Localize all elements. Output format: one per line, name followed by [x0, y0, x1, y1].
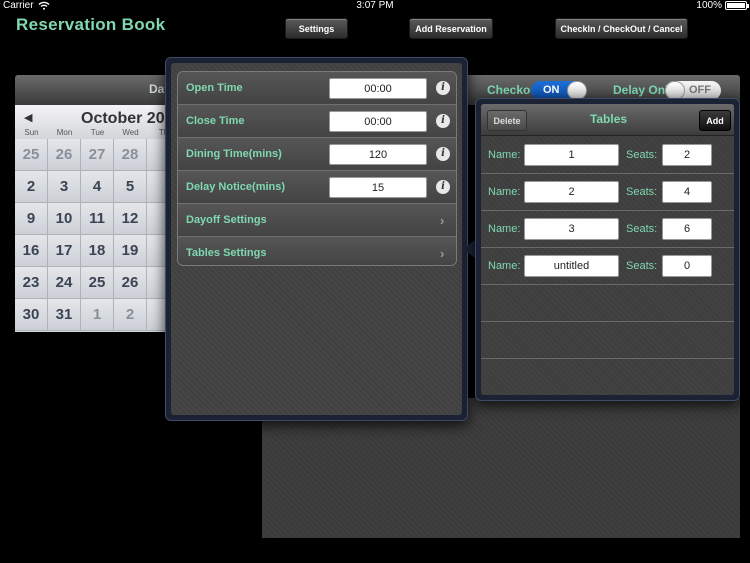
table-name-input[interactable] [524, 255, 619, 277]
status-bar: Carrier 3:07 PM 100% [0, 0, 750, 12]
calendar-day-cell[interactable]: 9 [15, 203, 48, 235]
table-seats-input[interactable] [662, 255, 712, 277]
checkin-checkout-cancel-button[interactable]: CheckIn / CheckOut / Cancel [555, 18, 688, 39]
table-row: Name: Seats: [481, 174, 734, 211]
dayoff-settings-label: Dayoff Settings [186, 214, 267, 226]
calendar-day-cell[interactable]: 2 [15, 171, 48, 203]
delay-toggle-text: OFF [689, 84, 711, 96]
tables-title: Tables [589, 112, 628, 126]
add-table-button[interactable]: Add [699, 110, 731, 131]
seats-label: Seats: [626, 260, 658, 272]
table-seats-input[interactable] [662, 218, 712, 240]
add-reservation-button[interactable]: Add Reservation [409, 18, 493, 39]
weekday-label: Mon [56, 128, 73, 137]
setting-row-dayoff[interactable]: Dayoff Settings › [178, 204, 456, 237]
setting-row-tables[interactable]: Tables Settings › [178, 237, 456, 265]
open-time-label: Open Time [186, 82, 243, 94]
name-label: Name: [488, 149, 521, 161]
close-time-label: Close Time [186, 115, 245, 127]
setting-row-open-time: Open Time i [178, 72, 456, 105]
weekday-label: Tue [90, 128, 105, 137]
nav-bar: Reservation Book Settings Add Reservatio… [0, 12, 750, 45]
app-root: Carrier 3:07 PM 100% Reservation Book Se… [0, 0, 750, 563]
name-label: Name: [488, 260, 521, 272]
setting-row-dining-time: Dining Time(mins) i [178, 138, 456, 171]
calendar-day-cell[interactable]: 1 [81, 299, 114, 331]
seats-label: Seats: [626, 186, 658, 198]
name-label: Name: [488, 186, 521, 198]
battery-fill [727, 3, 745, 8]
tables-popover: Delete Tables Add Name: Seats: Name: Sea… [475, 98, 740, 401]
info-icon[interactable]: i [436, 81, 450, 95]
info-icon[interactable]: i [436, 180, 450, 194]
calendar-day-cell[interactable]: 30 [15, 299, 48, 331]
calendar-day-cell[interactable]: 12 [114, 203, 147, 235]
chevron-right-icon: › [440, 246, 445, 261]
calendar-day-cell[interactable]: 18 [81, 235, 114, 267]
info-icon[interactable]: i [436, 147, 450, 161]
seats-label: Seats: [626, 223, 658, 235]
settings-popover-content: Open Time i Close Time i Dining Time(min… [171, 63, 462, 415]
battery-percent: 100% [696, 0, 722, 11]
calendar-day-cell[interactable]: 27 [81, 139, 114, 171]
calendar-day-cell[interactable]: 25 [15, 139, 48, 171]
status-time: 3:07 PM [356, 0, 394, 11]
table-seats-input[interactable] [662, 181, 712, 203]
tables-settings-label: Tables Settings [186, 247, 267, 259]
calendar-day-cell[interactable]: 10 [48, 203, 81, 235]
calendar-day-cell[interactable]: 26 [114, 267, 147, 299]
setting-row-delay-notice: Delay Notice(mins) i [178, 171, 456, 204]
empty-table-row [481, 322, 734, 359]
settings-popover: Open Time i Close Time i Dining Time(min… [165, 57, 468, 421]
calendar-day-cell[interactable]: 26 [48, 139, 81, 171]
dining-time-label: Dining Time(mins) [186, 148, 282, 160]
settings-button[interactable]: Settings [285, 18, 348, 39]
chevron-right-icon: › [440, 213, 445, 228]
calendar-day-cell[interactable]: 11 [81, 203, 114, 235]
settings-table: Open Time i Close Time i Dining Time(min… [177, 71, 457, 266]
table-name-input[interactable] [524, 144, 619, 166]
table-name-input[interactable] [524, 218, 619, 240]
battery-icon [725, 1, 749, 10]
calendar-day-cell[interactable]: 28 [114, 139, 147, 171]
open-time-input[interactable] [329, 78, 427, 99]
checkout-toggle-text: ON [543, 84, 560, 96]
empty-table-row [481, 359, 734, 395]
setting-row-close-time: Close Time i [178, 105, 456, 138]
calendar-day-cell[interactable]: 23 [15, 267, 48, 299]
table-name-input[interactable] [524, 181, 619, 203]
weekday-label: Sun [24, 128, 39, 137]
app-title: Reservation Book [16, 15, 166, 34]
dining-time-input[interactable] [329, 144, 427, 165]
calendar-day-cell[interactable]: 4 [81, 171, 114, 203]
seats-label: Seats: [626, 149, 658, 161]
calendar-day-cell[interactable]: 25 [81, 267, 114, 299]
info-icon[interactable]: i [436, 114, 450, 128]
table-seats-input[interactable] [662, 144, 712, 166]
calendar-day-cell[interactable]: 5 [114, 171, 147, 203]
table-row: Name: Seats: [481, 211, 734, 248]
calendar-day-cell[interactable]: 31 [48, 299, 81, 331]
close-time-input[interactable] [329, 111, 427, 132]
status-right: 100% [696, 0, 749, 11]
calendar: ◀ October 20 Sun Mon Tue Wed Th 25 26 27 28… [15, 105, 180, 332]
tables-header: Delete Tables Add [481, 104, 734, 136]
weekday-label: Wed [122, 128, 139, 137]
calendar-day-cell[interactable]: 16 [15, 235, 48, 267]
prev-month-icon[interactable]: ◀ [24, 111, 32, 124]
name-label: Name: [488, 223, 521, 235]
delay-notice-label: Delay Notice(mins) [186, 181, 286, 193]
calendar-day-cell[interactable]: 3 [48, 171, 81, 203]
calendar-day-cell[interactable]: 19 [114, 235, 147, 267]
calendar-day-cell[interactable]: 17 [48, 235, 81, 267]
calendar-day-cell[interactable]: 2 [114, 299, 147, 331]
calendar-header: ◀ October 20 Sun Mon Tue Wed Th [15, 105, 175, 139]
tables-popover-content: Delete Tables Add Name: Seats: Name: Sea… [481, 104, 734, 395]
calendar-day-cell[interactable]: 24 [48, 267, 81, 299]
table-row: Name: Seats: [481, 137, 734, 174]
calendar-month-label: October 20 [81, 110, 165, 127]
delay-notice-input[interactable] [329, 177, 427, 198]
table-row: Name: Seats: [481, 248, 734, 285]
empty-table-row [481, 285, 734, 322]
